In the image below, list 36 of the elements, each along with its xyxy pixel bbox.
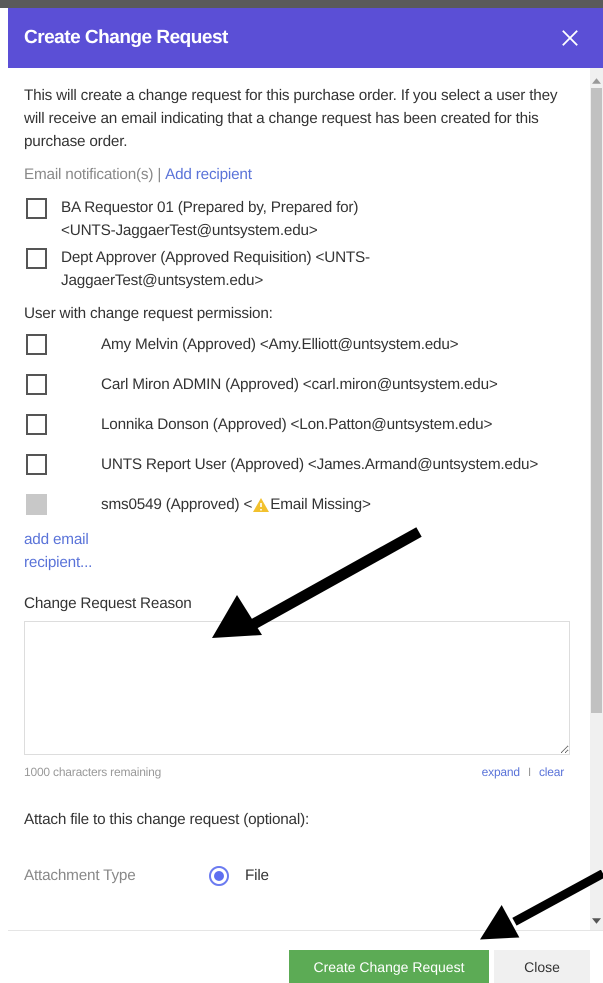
warning-icon (253, 498, 270, 512)
checkbox[interactable] (26, 454, 47, 475)
user-label: Lonnika Donson (Approved) <Lon.Patton@untsystem.edu> (101, 415, 492, 435)
email-missing-text: Email Missing> (270, 495, 371, 515)
intro-text: This will create a change request for this purchase order. If you select a user they will receive an email indicating that a change request has been created for this purchase order. (24, 86, 558, 152)
clear-link[interactable]: clear (538, 761, 564, 784)
user-label: sms0549 (Approved) < (101, 495, 252, 515)
permission-label: User with change request permission: (24, 304, 274, 324)
user-label: UNTS Report User (Approved) <James.Armand@untsystem.edu> (101, 455, 538, 475)
create-button[interactable]: Create Change Request (289, 950, 489, 983)
checkbox[interactable] (26, 374, 47, 395)
scrollbar[interactable] (590, 68, 603, 930)
checkbox[interactable] (26, 198, 47, 219)
link-separator: I (528, 764, 531, 781)
checkbox[interactable] (26, 334, 47, 355)
attach-label: Attach file to this change request (optional): (24, 810, 310, 830)
user-label: Amy Melvin (Approved) <Amy.Elliott@untsystem.edu> (101, 335, 458, 355)
close-button[interactable]: Close (494, 950, 590, 983)
checkbox[interactable] (26, 248, 47, 269)
reason-field[interactable] (24, 621, 570, 755)
checkbox[interactable] (26, 414, 47, 435)
expand-link[interactable]: expand (482, 761, 520, 784)
radio-button[interactable] (209, 866, 229, 886)
scroll-down-icon[interactable] (592, 918, 601, 924)
add-recipient-link[interactable]: Add recipient (165, 163, 252, 186)
attachment-type-label: Attachment Type (24, 866, 137, 886)
user-label: Carl Miron ADMIN (Approved) <carl.miron@untsystem.edu> (101, 375, 498, 395)
add-email-link[interactable]: add email recipient... (24, 528, 114, 574)
close-icon[interactable] (561, 29, 579, 47)
character-counter: 1000 characters remaining (24, 764, 162, 781)
recipient-label: Dept Approver (Approved Requisition) <UNTS-JaggaerTest@untsystem.edu> (61, 248, 371, 291)
dialog-title: Create Change Request (24, 26, 228, 50)
radio-label: File (245, 866, 269, 886)
recipient-label: BA Requestor 01 (Prepared by, Prepared for) <UNTS-JaggaerTest@untsystem.edu> (61, 198, 360, 241)
reason-label: Change Request Reason (24, 594, 193, 614)
notification-label: Email notification(s) | (24, 165, 162, 185)
